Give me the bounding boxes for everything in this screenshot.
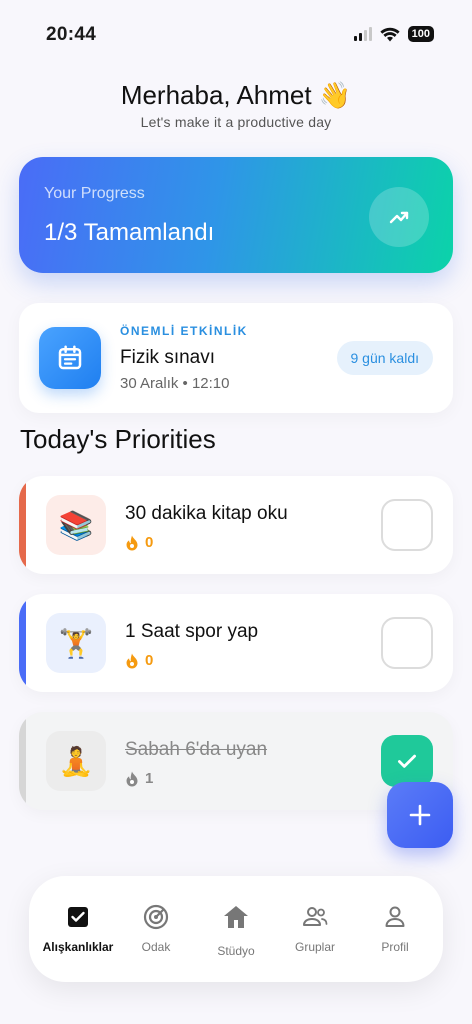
event-title: Fizik sınavı: [120, 347, 216, 368]
progress-value: 1/3 Tamamlandı: [44, 219, 215, 246]
calendar-icon: [39, 327, 101, 389]
nav-label: Gruplar: [294, 940, 335, 954]
trending-up-icon[interactable]: [369, 187, 429, 247]
habit-title: 30 dakika kitap oku: [125, 503, 288, 524]
meditation-icon: 🧘: [46, 731, 106, 791]
habit-checkbox[interactable]: [381, 617, 433, 669]
progress-card[interactable]: Your Progress 1/3 Tamamlandı: [19, 157, 453, 273]
books-icon: 📚: [46, 495, 106, 555]
plus-icon: [409, 804, 431, 826]
greeting-subtitle: Let's make it a productive day: [140, 114, 332, 130]
home-icon: [222, 904, 250, 930]
nav-label: Alışkanlıklar: [42, 940, 114, 954]
add-habit-button[interactable]: [387, 782, 453, 848]
status-time: 20:44: [46, 24, 97, 45]
event-date: 30 Aralık • 12:10: [120, 375, 230, 392]
habit-card[interactable]: 📚 30 dakika kitap oku 0: [19, 476, 453, 574]
event-tag: ÖNEMLİ ETKİNLİK: [120, 324, 248, 338]
habit-accent-stripe: [19, 712, 26, 810]
status-bar: 20:44 100: [0, 0, 472, 60]
group-icon: [301, 904, 329, 930]
streak-count: 0: [145, 534, 154, 551]
checkbox-icon: [66, 904, 90, 930]
person-icon: [383, 904, 407, 930]
section-title-priorities: Today's Priorities: [20, 424, 216, 454]
progress-label: Your Progress: [44, 185, 145, 202]
flame-icon: [126, 771, 138, 786]
habit-card[interactable]: 🏋️ 1 Saat spor yap 0: [19, 594, 453, 692]
important-event-card[interactable]: ÖNEMLİ ETKİNLİK Fizik sınavı 30 Aralık •…: [19, 303, 453, 413]
flame-icon: [126, 653, 138, 668]
nav-label: Stüdyo: [217, 944, 255, 958]
habit-checkbox[interactable]: [381, 735, 433, 787]
wifi-icon: [380, 27, 400, 41]
nav-item-studio[interactable]: Stüdyo: [206, 876, 266, 982]
habit-accent-stripe: [19, 476, 26, 574]
nav-label: Profil: [381, 940, 409, 954]
signal-icon: [353, 27, 372, 41]
flame-icon: [126, 535, 138, 550]
nav-item-groups[interactable]: Gruplar: [285, 876, 345, 982]
nav-item-focus[interactable]: Odak: [126, 876, 186, 982]
battery-indicator: 100: [407, 26, 434, 42]
nav-item-profile[interactable]: Profil: [365, 876, 425, 982]
streak-count: 0: [145, 652, 154, 669]
habit-accent-stripe: [19, 594, 26, 692]
habit-checkbox[interactable]: [381, 499, 433, 551]
habit-streak: 0: [125, 534, 153, 551]
nav-label: Odak: [141, 940, 171, 954]
habit-title: 1 Saat spor yap: [125, 621, 259, 642]
event-countdown-badge: 9 gün kaldı: [336, 341, 433, 375]
nav-item-habits[interactable]: Alışkanlıklar: [43, 876, 113, 982]
status-icons: 100: [353, 26, 434, 42]
streak-count: 1: [145, 770, 154, 787]
bottom-navigation: Alışkanlıklar Odak Stüdyo Gruplar Profil: [29, 876, 443, 982]
habit-streak: 1: [125, 770, 153, 787]
target-icon: [143, 904, 169, 930]
greeting-title: Merhaba, Ahmet 👋: [120, 80, 352, 110]
checkmark-icon: [398, 754, 416, 768]
weightlifting-icon: 🏋️: [46, 613, 106, 673]
habit-streak: 0: [125, 652, 153, 669]
habit-title: Sabah 6'da uyan: [125, 739, 268, 760]
